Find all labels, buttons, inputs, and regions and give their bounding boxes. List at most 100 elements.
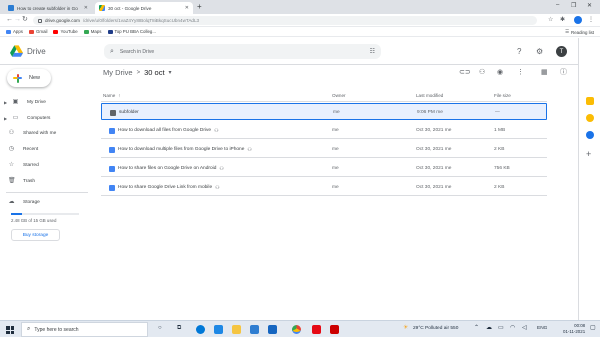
- account-avatar[interactable]: T: [556, 46, 567, 57]
- settings-app-icon[interactable]: [214, 325, 223, 334]
- file-row[interactable]: How to share files on Google Drive on An…: [101, 160, 547, 177]
- bookmark-gmail[interactable]: Gmail: [29, 29, 47, 34]
- shared-people-icon: ⚇: [219, 165, 224, 172]
- netflix-icon[interactable]: [312, 325, 321, 334]
- browser-tab-strip: How to create subfolder in Go ✕ 30 oct -…: [0, 0, 600, 14]
- drive-app-name[interactable]: Drive: [27, 47, 46, 56]
- calendar-icon[interactable]: [586, 97, 594, 105]
- profile-avatar[interactable]: [574, 16, 582, 24]
- reading-list-button[interactable]: ☰ Reading list: [565, 29, 594, 35]
- sidebar-item-trash[interactable]: 🗑 Trash: [4, 176, 90, 186]
- keep-icon[interactable]: [586, 114, 594, 122]
- sidebar-item-storage[interactable]: ☁ Storage: [4, 197, 90, 207]
- buy-storage-button[interactable]: Buy storage: [11, 229, 60, 241]
- photos-app-icon[interactable]: [268, 325, 277, 334]
- onedrive-cloud-icon[interactable]: ☁: [486, 325, 492, 332]
- star-icon: ☆: [8, 161, 15, 168]
- grid-view-icon[interactable]: ▦: [541, 69, 548, 77]
- expand-caret-icon[interactable]: ▶: [4, 100, 7, 105]
- file-name: How to download all files from Google Dr…: [118, 128, 212, 133]
- edge-browser-icon[interactable]: [196, 325, 205, 334]
- bookmark-star-icon[interactable]: ☆: [548, 17, 553, 24]
- drive-search-input[interactable]: ⌕ Search in Drive ☷: [104, 44, 381, 59]
- column-header-last-modified[interactable]: Last modified: [416, 91, 443, 100]
- file-row[interactable]: How to share Google Drive Link from mobi…: [101, 179, 547, 196]
- menu-kebab-icon[interactable]: ⋮: [588, 17, 594, 24]
- google-drive-logo-icon[interactable]: [10, 45, 23, 57]
- settings-gear-icon[interactable]: ⚙: [536, 47, 543, 56]
- my-drive-icon: ▣: [12, 98, 19, 105]
- weather-text[interactable]: 29°C Polluted air 550: [413, 326, 458, 331]
- column-header-name[interactable]: Name ↑: [103, 91, 121, 100]
- sidebar-item-my-drive[interactable]: ▶ ▣ My Drive: [4, 97, 90, 107]
- breadcrumb-my-drive[interactable]: My Drive: [103, 68, 133, 77]
- cortana-icon[interactable]: ○: [158, 325, 162, 332]
- get-addons-plus-icon[interactable]: +: [586, 150, 591, 159]
- storage-usage-fill: [11, 213, 23, 215]
- taskbar-search-placeholder: Type here to search: [34, 326, 79, 333]
- taskbar-search-input[interactable]: ⌕ Type here to search: [21, 322, 148, 337]
- file-row[interactable]: How to download multiple files from Goog…: [101, 141, 547, 158]
- chevron-down-icon[interactable]: ▾: [169, 69, 172, 76]
- sidebar-item-label: Recent: [23, 146, 39, 152]
- bookmark-apps[interactable]: Apps: [6, 29, 23, 34]
- forward-icon[interactable]: →: [14, 16, 21, 24]
- battery-icon[interactable]: ▭: [498, 325, 504, 332]
- bookmark-favicon-icon: [107, 29, 113, 34]
- notifications-icon[interactable]: ▢: [590, 325, 596, 332]
- get-link-icon[interactable]: ⊂⊃: [459, 69, 471, 77]
- column-header-file-size: File size: [494, 93, 511, 98]
- folder-row[interactable]: subfolder me 9:06 PM me —: [101, 103, 547, 120]
- reload-icon[interactable]: ↻: [22, 16, 28, 24]
- tab-close-icon[interactable]: ✕: [185, 5, 189, 11]
- file-row[interactable]: How to download all files from Google Dr…: [101, 122, 547, 139]
- task-view-icon[interactable]: ⧉: [177, 325, 181, 332]
- preview-eye-icon[interactable]: ◉: [497, 69, 503, 77]
- bookmark-youtube[interactable]: YouTube: [53, 29, 78, 34]
- back-icon[interactable]: ←: [6, 16, 13, 24]
- media-app-icon[interactable]: [330, 325, 339, 334]
- storage-usage-bar: [11, 213, 79, 215]
- tab-close-icon[interactable]: ✕: [84, 5, 88, 11]
- share-person-add-icon[interactable]: ⚇: [479, 69, 485, 77]
- support-help-icon[interactable]: ?: [517, 47, 521, 56]
- last-modified-cell: Oct 30, 2021 me: [416, 128, 452, 133]
- bookmark-college[interactable]: Top PU BBA Colleg...: [107, 29, 156, 34]
- taskbar-clock[interactable]: 00:08 01-11-2021: [563, 323, 585, 335]
- url-path: /drive/u/0/folders/1vaZ4Yy8IBolqT8iBkqSu…: [82, 18, 200, 23]
- sort-arrow-up-icon[interactable]: ↑: [118, 93, 120, 98]
- sidebar-item-label: Starred: [23, 162, 39, 168]
- bookmark-maps[interactable]: Maps: [83, 29, 102, 34]
- wifi-icon[interactable]: ◠: [510, 325, 515, 332]
- volume-icon[interactable]: ◁: [522, 325, 527, 332]
- close-window-button[interactable]: ✕: [587, 2, 592, 9]
- browser-tab-active[interactable]: 30 oct - Google Drive ✕: [95, 2, 193, 14]
- file-explorer-icon[interactable]: [232, 325, 241, 334]
- expand-caret-icon[interactable]: ▶: [4, 116, 7, 121]
- sidebar-item-computers[interactable]: ▶ ▭ Computers: [4, 113, 90, 123]
- new-tab-button[interactable]: +: [197, 3, 202, 11]
- search-options-icon[interactable]: ☷: [370, 48, 375, 55]
- browser-tab[interactable]: How to create subfolder in Go ✕: [4, 2, 92, 14]
- new-button[interactable]: New: [7, 69, 51, 87]
- breadcrumb-current-folder[interactable]: 30 oct: [144, 68, 164, 77]
- minimize-button[interactable]: –: [556, 2, 559, 8]
- side-panel: +: [578, 38, 600, 320]
- more-actions-icon[interactable]: ⋮: [517, 69, 524, 77]
- maximize-button[interactable]: ❐: [571, 2, 576, 9]
- sidebar-item-shared-with-me[interactable]: ⚇ Shared with me: [4, 128, 90, 138]
- tasks-icon[interactable]: [586, 131, 594, 139]
- show-hidden-icons-chevron-icon[interactable]: ⌃: [474, 325, 479, 332]
- url-host: drive.google.com: [45, 18, 80, 23]
- folder-icon: [110, 109, 116, 116]
- details-info-icon[interactable]: ⓘ: [560, 69, 567, 77]
- sidebar-item-recent[interactable]: ◷ Recent: [4, 144, 90, 154]
- store-icon[interactable]: [250, 325, 259, 334]
- sidebar-item-starred[interactable]: ☆ Starred: [4, 160, 90, 170]
- windows-start-icon[interactable]: [6, 326, 14, 334]
- search-icon[interactable]: ⌕: [110, 48, 114, 56]
- extensions-icon[interactable]: ✱: [560, 17, 565, 24]
- chrome-browser-icon[interactable]: [292, 325, 301, 334]
- input-language[interactable]: ENG: [537, 326, 547, 331]
- address-bar[interactable]: drive.google.com/drive/u/0/folders/1vaZ4…: [33, 16, 537, 25]
